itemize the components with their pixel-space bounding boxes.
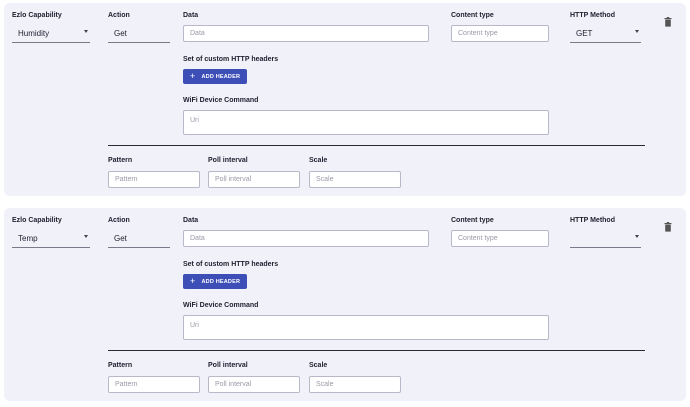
section-divider	[108, 350, 645, 351]
http-method-label: HTTP Method	[570, 12, 615, 19]
wifi-command-label: WiFi Device Command	[183, 302, 259, 309]
uri-input[interactable]: Uri	[183, 110, 549, 135]
http-method-select[interactable]: GET	[570, 26, 641, 43]
uri-input[interactable]: Uri	[183, 315, 549, 340]
trash-icon[interactable]	[664, 222, 672, 232]
pattern-input[interactable]: Pattern	[108, 376, 200, 393]
scale-input[interactable]: Scale	[309, 171, 401, 188]
http-method-label: HTTP Method	[570, 217, 615, 224]
content-type-label: Content type	[451, 217, 494, 224]
action-field[interactable]: Get	[108, 231, 170, 248]
plus-icon: +	[190, 71, 196, 81]
content-type-input[interactable]: Content type	[451, 25, 549, 42]
poll-interval-input[interactable]: Poll interval	[208, 171, 300, 188]
capability-select[interactable]: Humidity	[12, 26, 90, 43]
scale-placeholder: Scale	[316, 176, 334, 183]
pattern-input[interactable]: Pattern	[108, 171, 200, 188]
http-method-select[interactable]	[570, 231, 641, 248]
capability-value: Temp	[18, 234, 38, 243]
data-label: Data	[183, 12, 199, 19]
caret-down-icon	[635, 235, 639, 238]
wifi-command-label: WiFi Device Command	[183, 97, 259, 104]
data-placeholder: Data	[190, 235, 205, 242]
action-field[interactable]: Get	[108, 26, 170, 43]
action-label: Action	[108, 217, 130, 224]
add-header-button[interactable]: + ADD HEADER	[183, 274, 248, 289]
add-header-label: ADD HEADER	[201, 73, 241, 80]
caret-down-icon	[84, 30, 88, 33]
poll-interval-input[interactable]: Poll interval	[208, 376, 300, 393]
scale-label: Scale	[309, 157, 328, 164]
action-value: Get	[114, 234, 127, 243]
poll-interval-label: Poll interval	[208, 362, 248, 369]
poll-interval-placeholder: Poll interval	[215, 381, 252, 388]
scale-input[interactable]: Scale	[309, 376, 401, 393]
trash-icon[interactable]	[664, 17, 672, 27]
capability-label: Ezlo Capability	[12, 12, 62, 19]
capability-value: Humidity	[18, 29, 50, 38]
headers-label: Set of custom HTTP headers	[183, 56, 279, 63]
poll-interval-label: Poll interval	[208, 157, 248, 164]
content-type-label: Content type	[451, 12, 494, 19]
command-card-1: Ezlo Capability Humidity Action Get Data…	[4, 3, 686, 196]
action-value: Get	[114, 29, 127, 38]
pattern-placeholder: Pattern	[115, 381, 138, 388]
scale-placeholder: Scale	[316, 381, 334, 388]
section-divider	[108, 145, 645, 146]
uri-placeholder: Uri	[190, 117, 199, 124]
headers-label: Set of custom HTTP headers	[183, 261, 279, 268]
http-method-value: GET	[576, 29, 593, 38]
pattern-label: Pattern	[108, 157, 133, 164]
command-card-2: Ezlo Capability Temp Action Get Data Dat…	[4, 208, 686, 401]
poll-interval-placeholder: Poll interval	[215, 176, 252, 183]
content-type-placeholder: Content type	[458, 235, 498, 242]
add-header-label: ADD HEADER	[201, 278, 241, 285]
data-input[interactable]: Data	[183, 230, 429, 247]
caret-down-icon	[84, 235, 88, 238]
action-label: Action	[108, 12, 130, 19]
add-header-button[interactable]: + ADD HEADER	[183, 69, 248, 84]
pattern-label: Pattern	[108, 362, 133, 369]
data-label: Data	[183, 217, 199, 224]
plus-icon: +	[190, 276, 196, 286]
capability-select[interactable]: Temp	[12, 231, 90, 248]
pattern-placeholder: Pattern	[115, 176, 138, 183]
scale-label: Scale	[309, 362, 328, 369]
data-input[interactable]: Data	[183, 25, 429, 42]
data-placeholder: Data	[190, 30, 205, 37]
capability-label: Ezlo Capability	[12, 217, 62, 224]
caret-down-icon	[635, 30, 639, 33]
content-type-placeholder: Content type	[458, 30, 498, 37]
content-type-input[interactable]: Content type	[451, 230, 549, 247]
uri-placeholder: Uri	[190, 322, 199, 329]
